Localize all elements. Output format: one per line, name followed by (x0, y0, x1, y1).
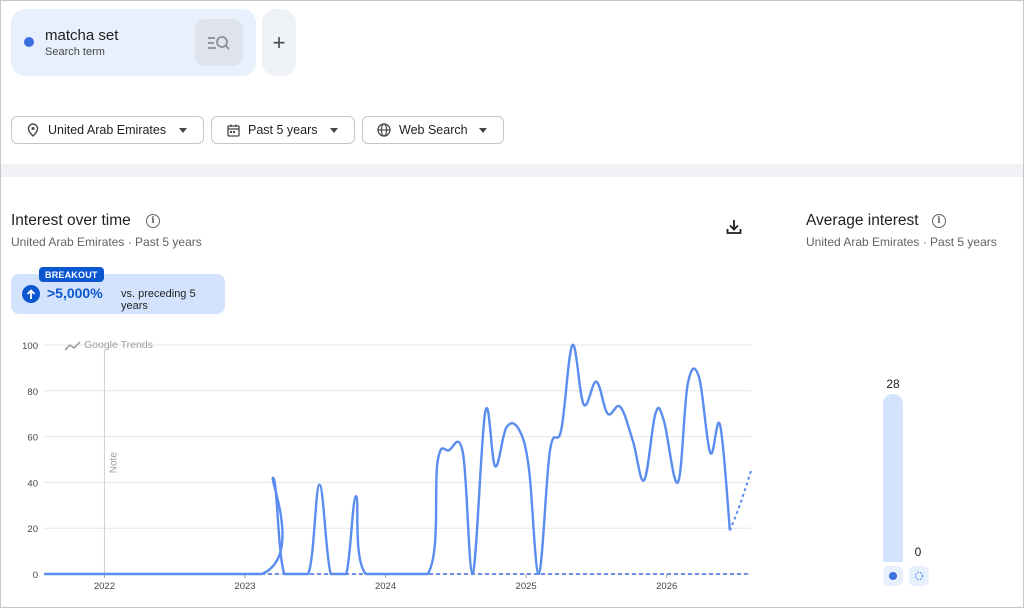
average-interest-title: Average interest (806, 212, 919, 229)
x-tick-label: 2025 (516, 581, 537, 592)
breakout-tag: BREAKOUT (39, 267, 104, 282)
y-tick-label: 40 (27, 478, 38, 489)
average-interest-value: 28 (886, 377, 900, 391)
google-trends-watermark: Google Trends (84, 339, 153, 351)
info-icon[interactable]: i (146, 214, 160, 228)
search-term-title: matcha set (45, 27, 119, 44)
series-line-partial (728, 470, 752, 531)
y-tick-label: 80 (27, 387, 38, 398)
calendar-icon (226, 123, 240, 137)
interest-over-time-chart: 0 20 40 60 80 100 2022 2023 2024 2025 2026 Note Goog… (22, 339, 752, 592)
series-line (44, 343, 732, 576)
download-icon (726, 220, 742, 234)
location-filter-label: United Arab Emirates (48, 123, 167, 137)
chevron-down-icon (479, 127, 487, 133)
info-icon[interactable]: i (932, 214, 946, 228)
trends-explore-page: matcha set Search term + United Arab Emi… (0, 0, 1024, 608)
search-term-card[interactable]: matcha set Search term (11, 9, 256, 76)
series-marker (883, 566, 903, 586)
time-range-filter-label: Past 5 years (248, 123, 318, 137)
note-label: Note (108, 452, 119, 474)
breakout-badge: BREAKOUT >5,000% vs. preceding 5 years (11, 267, 225, 314)
x-tick-label: 2024 (375, 581, 396, 592)
y-tick-label: 60 (27, 433, 38, 444)
x-tick-label: 2023 (234, 581, 255, 592)
download-button[interactable] (724, 217, 744, 237)
location-filter[interactable]: United Arab Emirates (11, 116, 204, 144)
globe-icon (377, 123, 391, 137)
plus-icon: + (272, 29, 286, 55)
search-list-icon (208, 35, 230, 50)
average-interest-value: 0 (914, 545, 922, 559)
average-interest-subtitle: United Arab Emirates · Past 5 years (806, 235, 997, 249)
x-tick-label: 2022 (94, 581, 115, 592)
trend-icon (64, 341, 81, 351)
breakout-value: >5,000% (47, 285, 103, 301)
breakout-text: vs. preceding 5 years (121, 288, 196, 312)
search-list-button[interactable] (195, 19, 243, 66)
y-tick-label: 20 (27, 524, 38, 535)
y-tick-label: 100 (22, 341, 38, 352)
average-interest-bar (883, 394, 903, 562)
search-type-filter-label: Web Search (399, 123, 468, 137)
arrow-up-icon (22, 285, 40, 303)
term-color-dot (24, 37, 34, 47)
y-tick-label: 0 (33, 570, 38, 581)
search-term-subtitle: Search term (45, 46, 105, 58)
chevron-down-icon (179, 127, 187, 133)
search-type-filter[interactable]: Web Search (362, 116, 504, 144)
interest-over-time-subtitle: United Arab Emirates · Past 5 years (11, 235, 202, 249)
series-marker-dashed (909, 566, 929, 586)
section-divider (1, 164, 1023, 177)
add-comparison-button[interactable]: + (262, 9, 296, 76)
location-pin-icon (26, 123, 40, 137)
time-range-filter[interactable]: Past 5 years (211, 116, 355, 144)
chevron-down-icon (330, 127, 338, 133)
x-tick-label: 2026 (656, 581, 677, 592)
interest-over-time-title: Interest over time (11, 212, 131, 229)
